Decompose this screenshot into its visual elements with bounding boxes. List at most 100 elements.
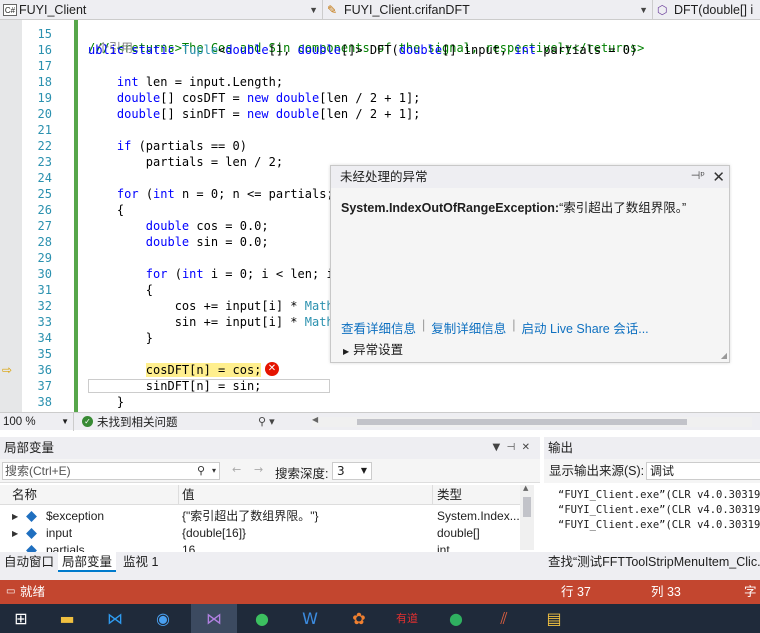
code-cleanup-icon[interactable]: ⚲ ▾ [258, 415, 275, 428]
method-icon: ⬡ [657, 3, 668, 17]
chevron-down-icon: ▼ [61, 416, 69, 426]
code-text: partials = len / 2; [88, 155, 284, 169]
zoom-dropdown[interactable]: 100 % ▼ [0, 412, 74, 431]
class-icon: ✎ [327, 3, 338, 17]
output-line: “FUYI_Client.exe”(CLR v4.0.30319 [558, 504, 760, 516]
file-explorer-icon[interactable]: ▬ [54, 607, 80, 631]
code-text: sin += input[i] * Math.S [88, 315, 348, 329]
column-name[interactable]: 名称 [12, 485, 37, 505]
table-row[interactable]: ▶ input {double[16]} double[] [0, 525, 520, 542]
scrollbar-thumb[interactable] [357, 419, 687, 425]
windows-start-icon[interactable]: ⊞ [8, 607, 34, 631]
class-name: FUYI_Client.crifanDFT [344, 3, 470, 17]
table-row[interactable]: ▶ $exception {"索引超出了数组界限。"} System.Index… [0, 508, 520, 525]
code-line[interactable]: 20 double[] sinDFT = new double[len / 2 … [0, 106, 760, 122]
evernote-icon[interactable]: ● [443, 607, 469, 631]
resize-grip-icon[interactable]: ◢ [721, 351, 727, 360]
pinwheel-app-icon[interactable]: ✿ [346, 607, 372, 631]
code-line[interactable]: 22 if (partials == 0) [0, 138, 760, 154]
line-number: 16 [37, 43, 52, 57]
output-title: 输出 [548, 441, 574, 455]
error-icon[interactable]: ✕ [265, 362, 279, 376]
tab-locals[interactable]: 局部变量 [58, 552, 117, 572]
exception-type: System.IndexOutOfRangeException: [341, 201, 560, 215]
output-header: 输出 [544, 437, 760, 459]
class-dropdown[interactable]: ✎ FUYI_Client.crifanDFT ▼ [323, 0, 653, 20]
pin-icon[interactable]: ⊣ᵖ [691, 169, 705, 182]
line-number: 35 [37, 347, 52, 361]
expand-icon[interactable]: ▶ [12, 525, 18, 542]
output-source-row: 显示输出来源(S): 调试 [544, 459, 760, 483]
tab-find-results[interactable]: 查找“测试FFTToolStripMenuItem_Clic... [544, 552, 760, 572]
wechat-icon[interactable]: ● [249, 607, 275, 631]
line-number: 22 [37, 139, 52, 153]
column-value[interactable]: 值 [182, 485, 195, 505]
scroll-up-icon[interactable]: ▲ [523, 484, 528, 492]
wps-icon[interactable]: W [297, 607, 323, 631]
tab-watch[interactable]: 监视 1 [119, 552, 162, 572]
line-number: 37 [37, 379, 52, 393]
code-text: { [88, 203, 125, 217]
line-number: 33 [37, 315, 52, 329]
issues-status[interactable]: 未找到相关问题 [97, 414, 178, 430]
tab-autos[interactable]: 自动窗口 [0, 552, 58, 572]
scroll-left-icon[interactable]: ◀ [312, 415, 318, 424]
chevron-down-icon[interactable]: ▾ [212, 463, 216, 479]
arrow-left-icon[interactable]: ← [232, 463, 241, 476]
code-line[interactable]: 38 } [0, 394, 760, 410]
status-column[interactable]: 列 33 [651, 580, 681, 604]
output-line: “FUYI_Client.exe”(CLR v4.0.30319 [558, 519, 760, 531]
search-depth-select[interactable]: 3 ▼ [332, 462, 372, 480]
close-icon[interactable]: ✕ [712, 166, 725, 188]
locals-search-input[interactable]: 搜索(Ctrl+E) ⚲ ▾ [2, 462, 220, 480]
view-details-link[interactable]: 查看详细信息 [341, 318, 416, 337]
navigation-bar: C# FUYI_Client ▼ ✎ FUYI_Client.crifanDFT… [0, 0, 760, 20]
code-line[interactable]: 19 double[] cosDFT = new double[len / 2 … [0, 90, 760, 106]
exception-settings-toggle[interactable]: ▶ 异常设置 [343, 339, 403, 358]
line-number: 29 [37, 251, 52, 265]
line-number: 28 [37, 235, 52, 249]
line-number: 36 [37, 363, 52, 377]
code-line[interactable]: 16 ublic static Tuple<double[], double[]>… [0, 42, 760, 58]
expand-icon[interactable]: ▶ [12, 508, 18, 525]
table-row[interactable]: partials 16 int [0, 542, 520, 552]
panel-buttons[interactable]: ▼ ⊣ ✕ [493, 437, 531, 459]
copy-details-link[interactable]: 复制详细信息 [431, 318, 506, 337]
app-icon[interactable]: ⫽ [491, 607, 517, 631]
line-number: 20 [37, 107, 52, 121]
line-number: 19 [37, 91, 52, 105]
code-line[interactable]: 36 cosDFT[n] = cos; [0, 362, 760, 378]
locals-column-header: 名称 值 类型 [0, 485, 520, 505]
code-editor[interactable]: 15 /// <returns>The Cos and Sin componen… [0, 20, 760, 412]
project-dropdown[interactable]: C# FUYI_Client ▼ [0, 0, 323, 20]
output-source-select[interactable]: 调试 [646, 462, 760, 480]
code-text: ublic static Tuple<double[], double[]> D… [88, 43, 638, 57]
youdao-icon[interactable]: 有道 [394, 607, 420, 631]
line-number: 32 [37, 299, 52, 313]
visual-studio-icon[interactable]: ⋈ [201, 607, 227, 631]
column-type[interactable]: 类型 [437, 485, 462, 505]
locals-header: 局部变量 ▼ ⊣ ✕ [0, 437, 540, 459]
code-text: cosDFT[n] = cos; [145, 363, 262, 377]
chevron-down-icon: ▼ [360, 466, 367, 475]
code-line[interactable]: 17 [0, 58, 760, 74]
horizontal-scrollbar[interactable]: ◀ [312, 415, 752, 427]
code-line[interactable]: 18 int len = input.Length; [0, 74, 760, 90]
check-icon: ✓ [82, 416, 93, 427]
locals-search-row: 搜索(Ctrl+E) ⚲ ▾ ← → 搜索深度: 3 ▼ [0, 459, 540, 483]
code-line[interactable]: 21 [0, 122, 760, 138]
code-text: if (partials == 0) [116, 139, 247, 153]
method-dropdown[interactable]: ⬡ DFT(double[] i [653, 0, 760, 20]
arrow-right-icon[interactable]: → [254, 463, 263, 476]
status-line[interactable]: 行 37 [561, 580, 591, 604]
live-share-link[interactable]: 启动 Live Share 会话... [522, 318, 649, 337]
vertical-scrollbar[interactable]: ▲ [520, 484, 534, 550]
code-text: for (int i = 0; i < len; i++ [145, 267, 349, 281]
search-icon[interactable]: ⚲ [197, 463, 205, 479]
vscode-icon[interactable]: ⋈ [102, 607, 128, 631]
project-name: FUYI_Client [19, 3, 87, 17]
app-icon[interactable]: ▤ [541, 607, 567, 631]
search-app-icon[interactable]: ◉ [150, 607, 176, 631]
scrollbar-thumb[interactable] [523, 497, 531, 517]
line-number: 21 [37, 123, 52, 137]
